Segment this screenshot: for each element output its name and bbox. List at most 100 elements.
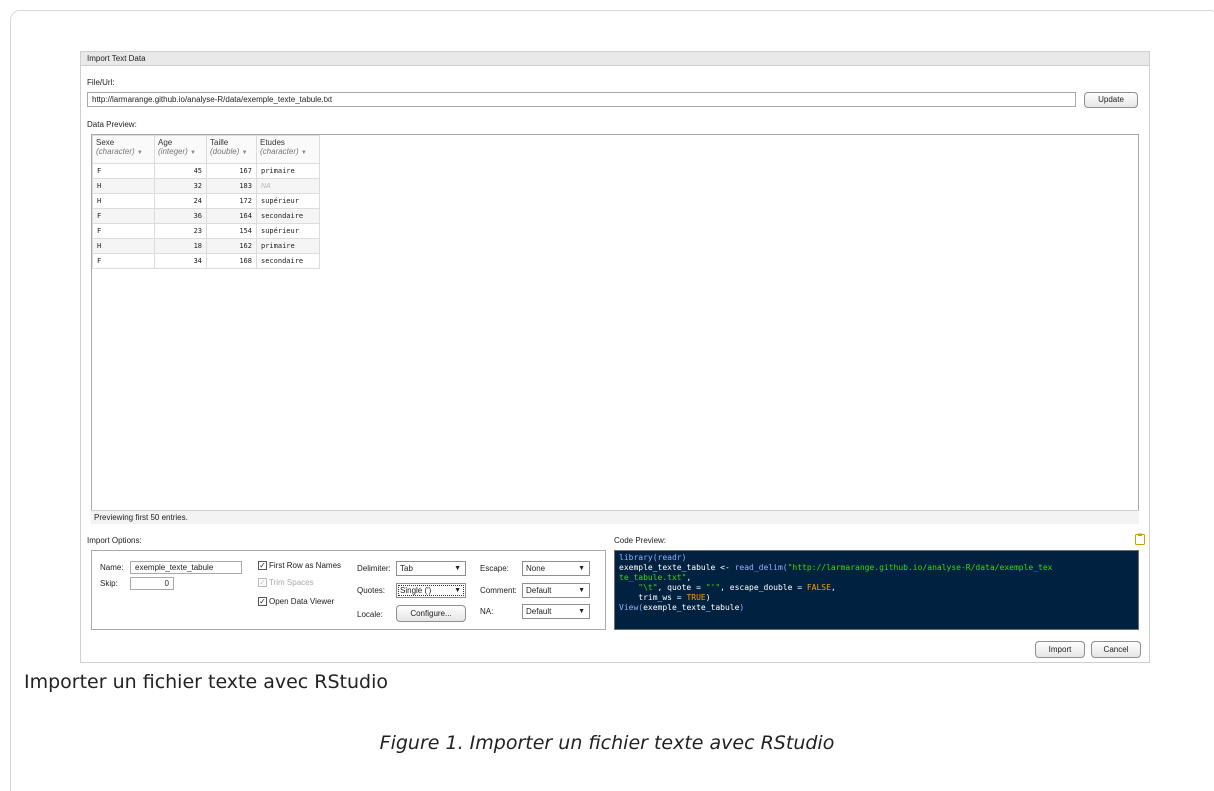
code-token: trim_ws = — [619, 593, 687, 602]
cell-sexe: F — [92, 223, 155, 239]
cell-taille: 162 — [206, 238, 257, 254]
column-name: Taille — [210, 138, 229, 147]
code-token: exemple_texte_tabule — [619, 563, 716, 572]
import-options-panel: Name: exemple_texte_tabule Skip: 0 ✓ Fir… — [91, 550, 606, 630]
na-label: NA: — [480, 607, 494, 616]
locale-label: Locale: — [357, 610, 383, 619]
cell-sexe: H — [92, 178, 155, 194]
import-button[interactable]: Import — [1035, 641, 1085, 658]
code-token: exemple_texte_tabule — [643, 603, 740, 612]
cell-age: 34 — [154, 253, 207, 269]
checkbox-check-icon: ✓ — [258, 561, 267, 570]
column-type: (character) — [260, 147, 299, 156]
cell-age: 24 — [154, 193, 207, 209]
comment-value: Default — [526, 586, 552, 595]
update-button[interactable]: Update — [1084, 92, 1138, 108]
dropdown-arrow-icon: ▼ — [454, 587, 461, 594]
column-header-age[interactable]: Age (integer) ▼ — [154, 135, 207, 164]
cell-etudes: secondaire — [256, 208, 320, 224]
url-input[interactable]: http://larmarange.github.io/analyse-R/da… — [87, 92, 1076, 107]
code-token: ) — [739, 603, 745, 612]
cell-etudes: secondaire — [256, 253, 320, 269]
data-preview-label: Data Preview: — [87, 120, 137, 129]
code-preview-label: Code Preview: — [614, 536, 667, 545]
skip-input[interactable]: 0 — [130, 577, 174, 590]
na-value: Default — [526, 607, 552, 616]
dropdown-triangle-icon[interactable]: ▼ — [301, 150, 307, 156]
cancel-button[interactable]: Cancel — [1091, 641, 1141, 658]
column-type: (double) — [210, 147, 240, 156]
delimiter-select[interactable]: Tab ▼ — [396, 561, 466, 576]
table-row: H 18 162 primaire — [92, 238, 320, 254]
trim-spaces-label: Trim Spaces — [269, 578, 314, 587]
cell-taille: 183 — [206, 178, 257, 194]
comment-label: Comment: — [480, 586, 517, 595]
cell-age: 18 — [154, 238, 207, 254]
cell-age: 45 — [154, 163, 207, 179]
name-label: Name: — [100, 563, 124, 572]
quotes-select[interactable]: Single (') ▼ — [396, 583, 466, 598]
cell-age: 32 — [154, 178, 207, 194]
configure-button[interactable]: Configure... — [396, 605, 466, 622]
clipboard-icon[interactable] — [1135, 533, 1145, 545]
dropdown-arrow-icon: ▼ — [578, 587, 585, 594]
checkbox-check-icon: ✓ — [258, 578, 267, 587]
cell-sexe: F — [92, 253, 155, 269]
first-row-as-names-checkbox[interactable]: ✓ First Row as Names — [258, 561, 341, 570]
dropdown-arrow-icon: ▼ — [454, 565, 461, 572]
dropdown-arrow-icon: ▼ — [578, 608, 585, 615]
code-token: , escape_double = — [720, 583, 807, 592]
import-options-label: Import Options: — [87, 536, 142, 545]
cell-etudes: primaire — [256, 238, 320, 254]
code-token: TRUE — [686, 593, 706, 602]
figure-caption: Figure 1. Importer un fichier texte avec… — [379, 732, 835, 754]
column-name: Sexe — [96, 138, 115, 147]
name-input[interactable]: exemple_texte_tabule — [130, 561, 242, 574]
delimiter-value: Tab — [400, 564, 413, 573]
data-preview-panel[interactable]: Sexe (character) ▼ Age (integer) ▼ Taill… — [91, 134, 1139, 523]
preview-footer: Previewing first 50 entries. — [91, 510, 1139, 524]
code-token: ) — [705, 593, 711, 602]
code-token: "http://larmarange.github.io/analyse-R/d… — [787, 563, 1053, 572]
delimiter-label: Delimiter: — [357, 564, 391, 573]
code-token: read_delim( — [734, 563, 788, 572]
dropdown-arrow-icon: ▼ — [578, 565, 585, 572]
na-select[interactable]: Default ▼ — [522, 604, 590, 619]
cell-etudes: supérieur — [256, 223, 320, 239]
column-header-taille[interactable]: Taille (double) ▼ — [206, 135, 257, 164]
first-row-as-names-label: First Row as Names — [269, 561, 342, 570]
cell-age: 36 — [154, 208, 207, 224]
cell-age: 23 — [154, 223, 207, 239]
table-row: H 24 172 supérieur — [92, 193, 320, 209]
cell-taille: 154 — [206, 223, 257, 239]
code-preview[interactable]: library(readr) exemple_texte_tabule <- r… — [614, 550, 1139, 630]
column-header-sexe[interactable]: Sexe (character) ▼ — [92, 135, 155, 164]
escape-select[interactable]: None ▼ — [522, 561, 590, 576]
comment-select[interactable]: Default ▼ — [522, 583, 590, 598]
dropdown-triangle-icon[interactable]: ▼ — [190, 150, 196, 156]
checkbox-check-icon: ✓ — [258, 597, 267, 606]
code-token: te_tabule.txt" — [619, 573, 687, 582]
dropdown-triangle-icon[interactable]: ▼ — [137, 150, 143, 156]
column-header-etudes[interactable]: Etudes (character) ▼ — [256, 135, 320, 164]
escape-value: None — [526, 564, 546, 573]
cell-etudes: supérieur — [256, 193, 320, 209]
cell-etudes: NA — [256, 178, 320, 194]
cell-sexe: H — [92, 193, 155, 209]
column-name: Age — [158, 138, 173, 147]
cell-taille: 168 — [206, 253, 257, 269]
table-row: F 23 154 supérieur — [92, 223, 320, 239]
file-url-label: File/Url: — [87, 78, 115, 87]
cell-sexe: F — [92, 163, 155, 179]
dropdown-triangle-icon[interactable]: ▼ — [242, 150, 248, 156]
code-token: <- — [715, 563, 735, 572]
table-row: H 32 183 NA — [92, 178, 320, 194]
cell-taille: 164 — [206, 208, 257, 224]
cell-sexe: H — [92, 238, 155, 254]
cell-etudes: primaire — [256, 163, 320, 179]
dialog-title: Import Text Data — [81, 52, 1149, 66]
table-row: F 34 168 secondaire — [92, 253, 320, 269]
cell-sexe: F — [92, 208, 155, 224]
open-data-viewer-checkbox[interactable]: ✓ Open Data Viewer — [258, 597, 334, 606]
trim-spaces-checkbox[interactable]: ✓ Trim Spaces — [258, 578, 314, 587]
